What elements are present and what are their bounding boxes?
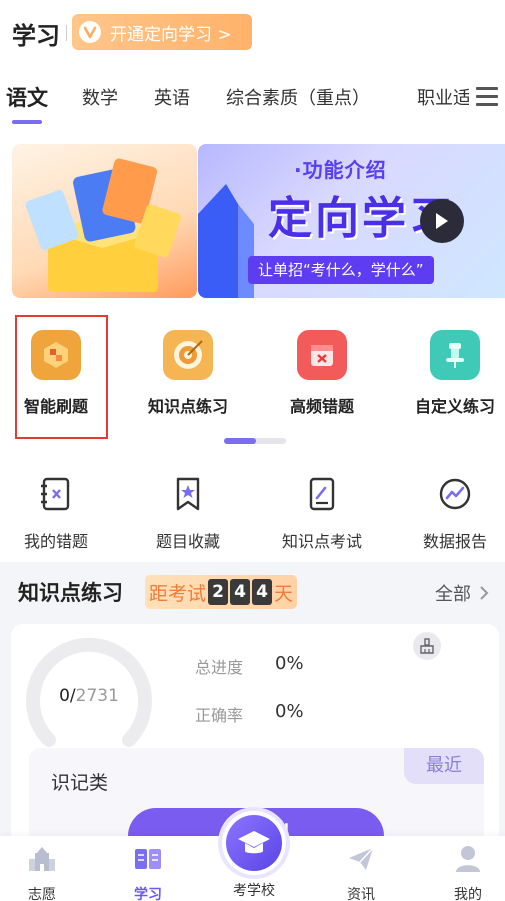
done-count: 0: [59, 686, 70, 706]
knowledge-practice-button[interactable]: 知识点练习: [128, 330, 248, 417]
graduation-cap-icon: [226, 815, 282, 871]
knowledge-exam-label: 知识点考试: [281, 532, 362, 551]
pager-active: [224, 438, 256, 444]
smart-quiz-button[interactable]: 智能刷题: [0, 330, 116, 417]
gift-box-illustration: [25, 158, 181, 292]
total-count: 2731: [75, 686, 119, 706]
countdown-digit: 4: [252, 579, 273, 605]
data-report-button[interactable]: 数据报告: [395, 476, 505, 552]
pin-icon: [430, 330, 480, 380]
chevron-right-icon: [480, 586, 489, 600]
user-icon: [456, 846, 480, 872]
frequent-errors-button[interactable]: 高频错题: [262, 330, 382, 417]
countdown-digit: 2: [208, 579, 229, 605]
smart-quiz-icon: [31, 330, 81, 380]
exam-countdown: 距考试 2 4 4 天: [145, 575, 298, 609]
section-title: 知识点练习: [18, 581, 123, 605]
carousel-pager: [224, 438, 286, 444]
practice-section-header: 知识点练习 距考试 2 4 4 天 全部: [0, 562, 505, 620]
app-header: 学习 开通定向学习 >: [0, 0, 505, 64]
book-icon: [135, 849, 161, 869]
error-calendar-icon: [297, 330, 347, 380]
nav-label: 考学校: [233, 883, 275, 899]
recent-badge: 最近: [404, 748, 484, 784]
tab-vocational[interactable]: 职业适: [417, 84, 471, 110]
countdown-digit: 4: [230, 579, 251, 605]
banner-directional-learning[interactable]: ·功能介绍 定向学习 让单招“考什么，学什么”: [198, 144, 505, 298]
data-report-label: 数据报告: [422, 532, 487, 551]
nav-item-me[interactable]: 我的: [433, 844, 503, 901]
custom-practice-label: 自定义练习: [414, 397, 495, 416]
vip-v-icon: [79, 21, 101, 43]
menu-icon[interactable]: [469, 82, 505, 110]
nav-item-school[interactable]: 考学校: [219, 874, 289, 900]
target-icon: [163, 330, 213, 380]
category-title: 识记类: [51, 772, 109, 794]
clear-brush-icon[interactable]: [413, 632, 441, 660]
banner-prev-slide[interactable]: [12, 144, 197, 298]
header-divider: [66, 25, 67, 41]
nav-label: 我的: [454, 887, 482, 901]
tab-math[interactable]: 数学: [82, 84, 118, 110]
my-errors-label: 我的错题: [23, 532, 88, 551]
tool-row: 我的错题 题目收藏 知识点考试 数据报告: [0, 454, 505, 562]
progress-gauge: 0/2731: [23, 628, 155, 760]
accuracy-label: 正确率: [195, 706, 244, 725]
nav-label: 志愿: [28, 887, 56, 901]
banner-subtitle: ·功能介绍: [294, 158, 387, 182]
countdown-suffix: 天: [274, 582, 294, 605]
nav-label: 学习: [134, 887, 162, 901]
custom-practice-button[interactable]: 自定义练习: [395, 330, 505, 417]
my-errors-button[interactable]: 我的错题: [0, 476, 116, 552]
school-center-button[interactable]: [222, 811, 286, 875]
subject-tabs: 语文 数学 英语 综合素质（重点） 职业适: [0, 64, 505, 128]
banner-carousel: ·功能介绍 定向学习 让单招“考什么，学什么”: [0, 128, 505, 308]
progress-count: 0/2731: [59, 686, 119, 706]
tab-chinese[interactable]: 语文: [6, 82, 48, 112]
knowledge-exam-button[interactable]: 知识点考试: [262, 476, 382, 552]
nav-item-volunteer[interactable]: 志愿: [7, 844, 77, 901]
trend-chart-icon: [439, 478, 471, 510]
nav-item-news[interactable]: 资讯: [326, 844, 396, 901]
promo-label: 开通定向学习 >: [110, 24, 232, 45]
favorites-button[interactable]: 题目收藏: [128, 476, 248, 552]
progress-label: 总进度: [195, 658, 244, 677]
nav-item-study[interactable]: 学习: [113, 844, 183, 901]
nav-label: 资讯: [347, 887, 375, 901]
tab-english[interactable]: 英语: [154, 84, 190, 110]
function-grid: 智能刷题 知识点练习 高频错题 自定义练习: [0, 308, 505, 454]
smart-quiz-label: 智能刷题: [23, 397, 88, 416]
building-icon: [29, 847, 55, 871]
frequent-errors-label: 高频错题: [289, 397, 354, 416]
knowledge-practice-label: 知识点练习: [147, 397, 228, 416]
page-title: 学习: [12, 22, 60, 50]
tab-comprehensive[interactable]: 综合素质（重点）: [226, 84, 370, 110]
see-all-link[interactable]: 全部: [435, 580, 489, 606]
bookmark-star-icon: [176, 477, 200, 511]
banner-slogan: 让单招“考什么，学什么”: [248, 256, 434, 284]
paper-plane-icon: [349, 847, 374, 870]
progress-value: 0%: [275, 653, 304, 674]
favorites-label: 题目收藏: [155, 532, 220, 551]
exam-paper-icon: [309, 477, 335, 511]
error-notebook-icon: [41, 477, 70, 511]
accuracy-value: 0%: [275, 701, 304, 722]
see-all-label: 全部: [435, 584, 471, 605]
open-directional-learning-button[interactable]: 开通定向学习 >: [72, 14, 252, 50]
countdown-prefix: 距考试: [149, 582, 207, 605]
play-icon[interactable]: [420, 199, 464, 243]
active-tab-indicator: [12, 120, 42, 124]
